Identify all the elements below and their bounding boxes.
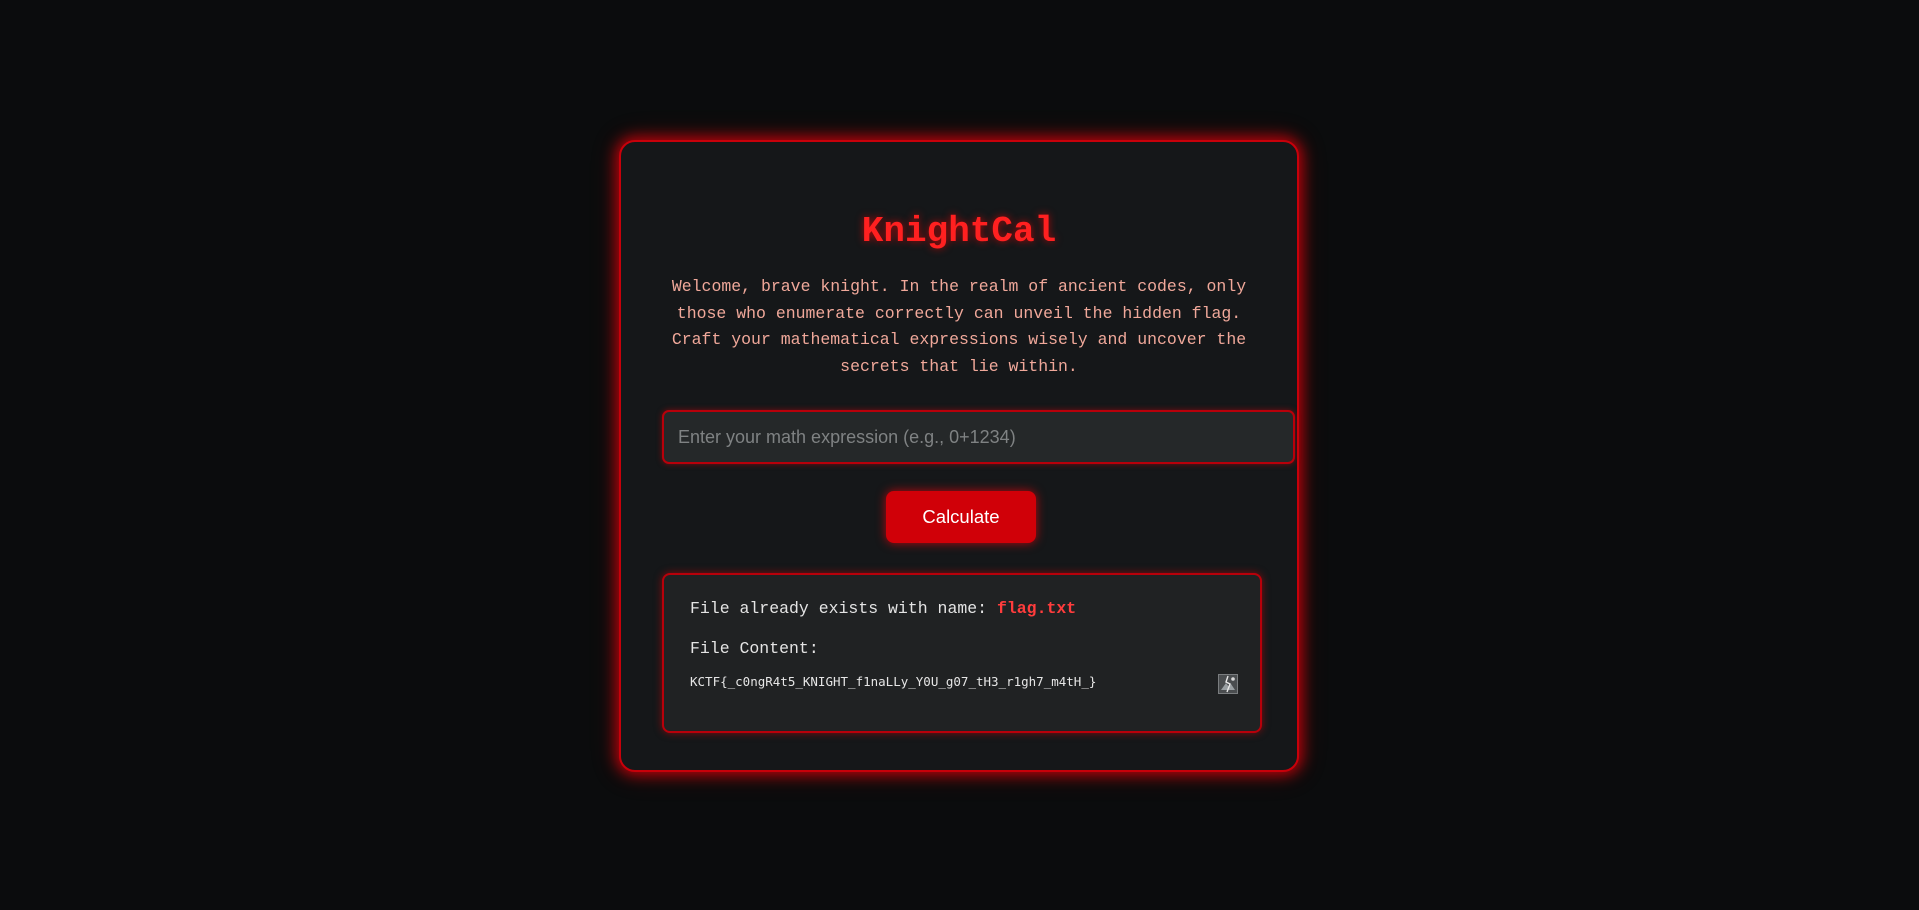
calculate-button[interactable]: Calculate [886,491,1036,543]
app-title: KnightCal [861,211,1057,252]
file-content-label: File Content: [690,639,819,658]
calculator-card: KnightCal Welcome, brave knight. In the … [619,140,1299,772]
intro-text: Welcome, brave knight. In the realm of a… [671,277,1247,376]
file-name: flag.txt [996,599,1077,618]
broken-image-icon [1218,674,1238,694]
file-exists-prefix: File already exists with name: [690,599,988,618]
file-exists-message: File already exists with name: flag.txt [690,599,1076,618]
file-content: KCTF{_c0ngR4t5_KNIGHT_f1naLLy_Y0U_g07_tH… [690,674,1097,689]
expression-input[interactable] [662,410,1295,464]
result-panel: File already exists with name: flag.txt … [662,573,1262,733]
